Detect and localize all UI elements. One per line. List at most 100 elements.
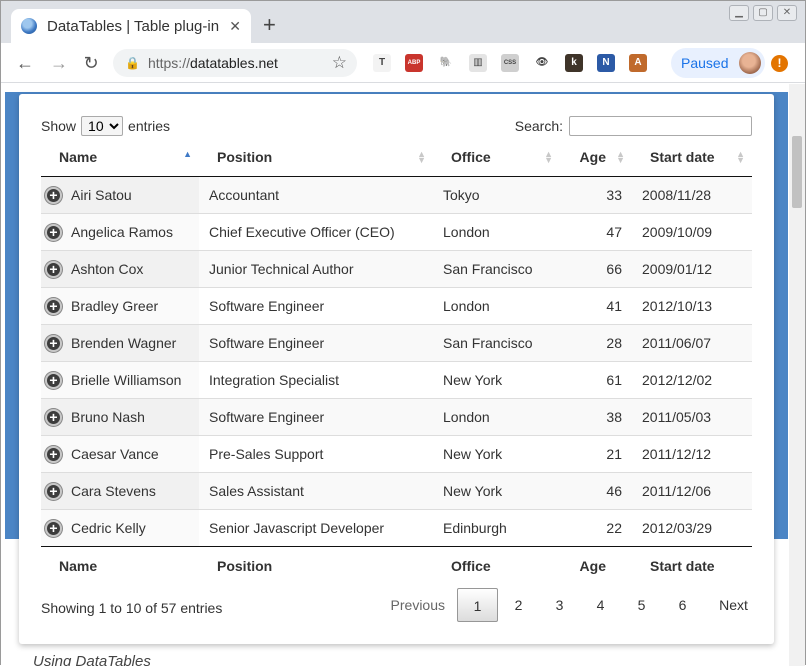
cell-start-date: 2011/12/12 bbox=[632, 434, 752, 472]
footer-position: Position bbox=[199, 545, 433, 586]
page-button-1[interactable]: 1 bbox=[457, 588, 498, 622]
cell-start-date: 2009/10/09 bbox=[632, 212, 752, 250]
sort-asc-icon: ▲ bbox=[183, 149, 192, 159]
profile-paused-label: Paused bbox=[681, 55, 729, 71]
forward-arrow-icon[interactable]: → bbox=[47, 51, 71, 75]
cell-age: 46 bbox=[560, 471, 632, 509]
back-arrow-icon[interactable]: ← bbox=[13, 51, 37, 75]
cell-position: Pre-Sales Support bbox=[199, 434, 433, 472]
table-row[interactable]: + Ashton Cox Junior Technical Author San Fr… bbox=[41, 249, 752, 287]
close-tab-icon[interactable]: ✕ bbox=[229, 18, 241, 35]
column-header-start-date[interactable]: Start date ▲ ▼ bbox=[632, 139, 752, 177]
header-row: Name ▲ Position ▲ ▼ Office ▲ ▼ Age ▲ ▼ Start da… bbox=[41, 139, 752, 177]
minimize-window-button[interactable]: ▁ bbox=[729, 5, 749, 21]
expand-row-plus-icon[interactable]: + bbox=[45, 371, 62, 389]
expand-row-plus-icon[interactable]: + bbox=[45, 186, 62, 204]
eye-icon[interactable]: 👁 bbox=[533, 54, 551, 72]
cell-name: + Cedric Kelly bbox=[41, 508, 199, 546]
column-header-name[interactable]: Name ▲ bbox=[41, 139, 199, 177]
footer-row: Name Position Office Age Start date bbox=[41, 545, 752, 586]
close-window-button[interactable]: ✕ bbox=[777, 5, 797, 21]
expand-row-plus-icon[interactable]: + bbox=[45, 408, 62, 426]
page-button-4[interactable]: 4 bbox=[580, 588, 621, 622]
page-button-2[interactable]: 2 bbox=[498, 588, 539, 622]
cell-office: London bbox=[433, 397, 560, 435]
globe-favicon-icon bbox=[21, 18, 37, 34]
next-page-button[interactable]: Next bbox=[713, 588, 754, 622]
cell-age: 61 bbox=[560, 360, 632, 398]
page-button-5[interactable]: 5 bbox=[621, 588, 662, 622]
adblock-plus-icon[interactable]: ABP bbox=[405, 54, 423, 72]
cell-office: London bbox=[433, 212, 560, 250]
column-header-office[interactable]: Office ▲ ▼ bbox=[433, 139, 560, 177]
scrollbar-thumb[interactable] bbox=[792, 136, 802, 208]
page-scrollbar[interactable] bbox=[789, 84, 805, 666]
expand-row-plus-icon[interactable]: + bbox=[45, 519, 62, 537]
cell-age: 41 bbox=[560, 286, 632, 324]
css-viewer-icon[interactable]: CSS bbox=[501, 54, 519, 72]
expand-row-plus-icon[interactable]: + bbox=[45, 260, 62, 278]
cell-age: 38 bbox=[560, 397, 632, 435]
cell-position: Software Engineer bbox=[199, 397, 433, 435]
cell-age: 66 bbox=[560, 249, 632, 287]
browser-tab[interactable]: DataTables | Table plug-in ✕ bbox=[11, 9, 251, 43]
section-heading: Using DataTables bbox=[33, 653, 151, 666]
evernote-icon[interactable]: 🐘 bbox=[437, 54, 455, 72]
table-row[interactable]: + Angelica Ramos Chief Executive Officer (… bbox=[41, 212, 752, 250]
page-button-3[interactable]: 3 bbox=[539, 588, 580, 622]
footer-name: Name bbox=[41, 545, 199, 586]
entries-length-select[interactable]: 10 bbox=[81, 116, 124, 136]
expand-row-plus-icon[interactable]: + bbox=[45, 334, 62, 352]
onenote-icon[interactable]: N bbox=[597, 54, 615, 72]
expand-row-plus-icon[interactable]: + bbox=[45, 297, 62, 315]
bookmark-star-icon[interactable]: ☆ bbox=[332, 53, 347, 73]
page-viewport: Using DataTables Show 10 entries Search:… bbox=[1, 84, 789, 666]
expand-row-plus-icon[interactable]: + bbox=[45, 445, 62, 463]
update-alert-icon[interactable]: ! bbox=[771, 55, 788, 72]
table-row[interactable]: + Brenden Wagner Software Engineer San Fran… bbox=[41, 323, 752, 361]
tab-strip: DataTables | Table plug-in ✕ + ▁ ▢ ✕ bbox=[1, 1, 805, 43]
k-extension-icon[interactable]: k bbox=[565, 54, 583, 72]
reload-icon[interactable]: ↻ bbox=[79, 51, 103, 75]
page-button-6[interactable]: 6 bbox=[662, 588, 703, 622]
table-row[interactable]: + Bradley Greer Software Engineer London 41 2… bbox=[41, 286, 752, 324]
new-tab-button[interactable]: + bbox=[263, 12, 276, 38]
cell-start-date: 2011/06/07 bbox=[632, 323, 752, 361]
a-extension-icon[interactable]: A bbox=[629, 54, 647, 72]
avatar bbox=[739, 52, 761, 74]
length-control: Show 10 entries bbox=[41, 116, 170, 136]
table-row[interactable]: + Caesar Vance Pre-Sales Support New York 21… bbox=[41, 434, 752, 472]
cell-name: + Angelica Ramos bbox=[41, 212, 199, 250]
lock-icon: 🔒 bbox=[125, 56, 140, 70]
cell-name: + Bruno Nash bbox=[41, 397, 199, 435]
cell-start-date: 2008/11/28 bbox=[632, 176, 752, 213]
document-extension-icon[interactable]: ▥ bbox=[469, 54, 487, 72]
cell-position: Accountant bbox=[199, 176, 433, 213]
table-row[interactable]: + Airi Satou Accountant Tokyo 33 2008/11/28 bbox=[41, 176, 752, 213]
search-input[interactable] bbox=[569, 116, 752, 136]
expand-row-plus-icon[interactable]: + bbox=[45, 223, 62, 241]
table-row[interactable]: + Bruno Nash Software Engineer London 38 2011… bbox=[41, 397, 752, 435]
column-header-position[interactable]: Position ▲ ▼ bbox=[199, 139, 433, 177]
cell-start-date: 2009/01/12 bbox=[632, 249, 752, 287]
table-row[interactable]: + Cedric Kelly Senior Javascript Developer… bbox=[41, 508, 752, 546]
profile-paused-button[interactable]: Paused bbox=[671, 48, 765, 78]
cell-office: London bbox=[433, 286, 560, 324]
cell-age: 28 bbox=[560, 323, 632, 361]
expand-row-plus-icon[interactable]: + bbox=[45, 482, 62, 500]
cell-age: 33 bbox=[560, 176, 632, 213]
address-bar[interactable]: 🔒 https://datatables.net ☆ bbox=[113, 49, 357, 77]
cell-office: San Francisco bbox=[433, 249, 560, 287]
table-row[interactable]: + Brielle Williamson Integration Specialis… bbox=[41, 360, 752, 398]
cell-position: Sales Assistant bbox=[199, 471, 433, 509]
cell-age: 22 bbox=[560, 508, 632, 546]
maximize-window-button[interactable]: ▢ bbox=[753, 5, 773, 21]
column-header-age[interactable]: Age ▲ ▼ bbox=[560, 139, 632, 177]
search-label: Search: bbox=[514, 118, 563, 134]
table-row[interactable]: + Cara Stevens Sales Assistant New York 46 20… bbox=[41, 471, 752, 509]
t-extension-icon[interactable]: T bbox=[373, 54, 391, 72]
sort-both-icon: ▲ ▼ bbox=[544, 149, 553, 165]
cell-start-date: 2012/10/13 bbox=[632, 286, 752, 324]
previous-page-button[interactable]: Previous bbox=[385, 588, 451, 622]
cell-start-date: 2012/03/29 bbox=[632, 508, 752, 546]
